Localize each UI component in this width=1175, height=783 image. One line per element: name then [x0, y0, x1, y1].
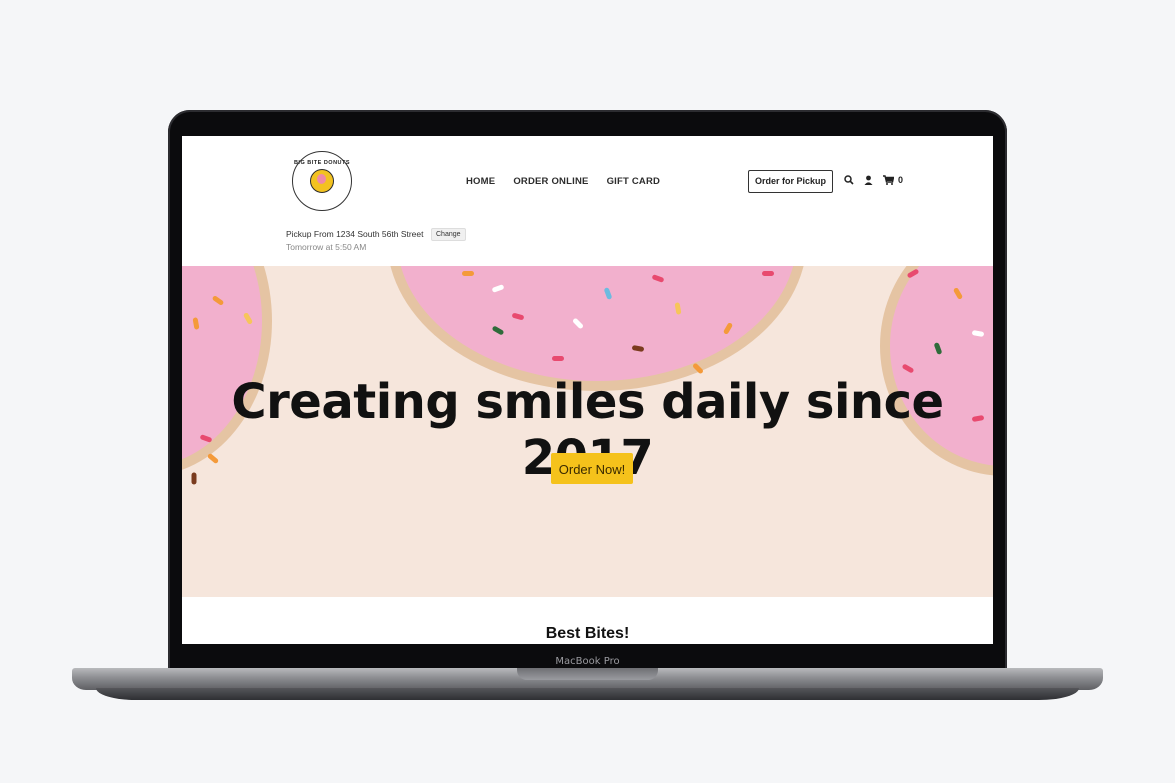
cart-icon[interactable]	[883, 175, 894, 185]
nav-order-online[interactable]: ORDER ONLINE	[513, 176, 588, 187]
search-icon[interactable]	[844, 175, 854, 185]
order-now-button[interactable]: Order Now!	[551, 453, 633, 484]
user-icon[interactable]	[864, 175, 873, 185]
logo-text: BIG BITE DONUTS	[293, 160, 351, 166]
site-logo[interactable]: BIG BITE DONUTS	[292, 151, 352, 211]
nav-gift-card[interactable]: GIFT CARD	[607, 176, 661, 187]
device-label: MacBook Pro	[555, 656, 620, 667]
main-nav: HOME ORDER ONLINE GIFT CARD	[466, 176, 660, 187]
pickup-location: Pickup From 1234 South 56th Street	[286, 229, 424, 239]
section-title: Best Bites!	[545, 625, 630, 642]
header-icons: 0	[844, 175, 903, 185]
donut-center-image	[397, 266, 797, 381]
pickup-time: Tomorrow at 5:50 AM	[286, 242, 367, 252]
donut-mascot-icon	[310, 169, 334, 193]
browser-screen: BIG BITE DONUTS HOME ORDER ONLINE GIFT C…	[182, 136, 993, 644]
hero-banner: Creating smiles daily since 2017 Order N…	[182, 266, 993, 597]
laptop-opening-notch	[517, 668, 658, 680]
order-for-pickup-button[interactable]: Order for Pickup	[748, 170, 834, 193]
nav-home[interactable]: HOME	[466, 176, 495, 187]
change-pickup-button[interactable]: Change	[431, 228, 466, 241]
laptop-base-bottom	[96, 688, 1079, 700]
cart-count: 0	[898, 175, 904, 185]
